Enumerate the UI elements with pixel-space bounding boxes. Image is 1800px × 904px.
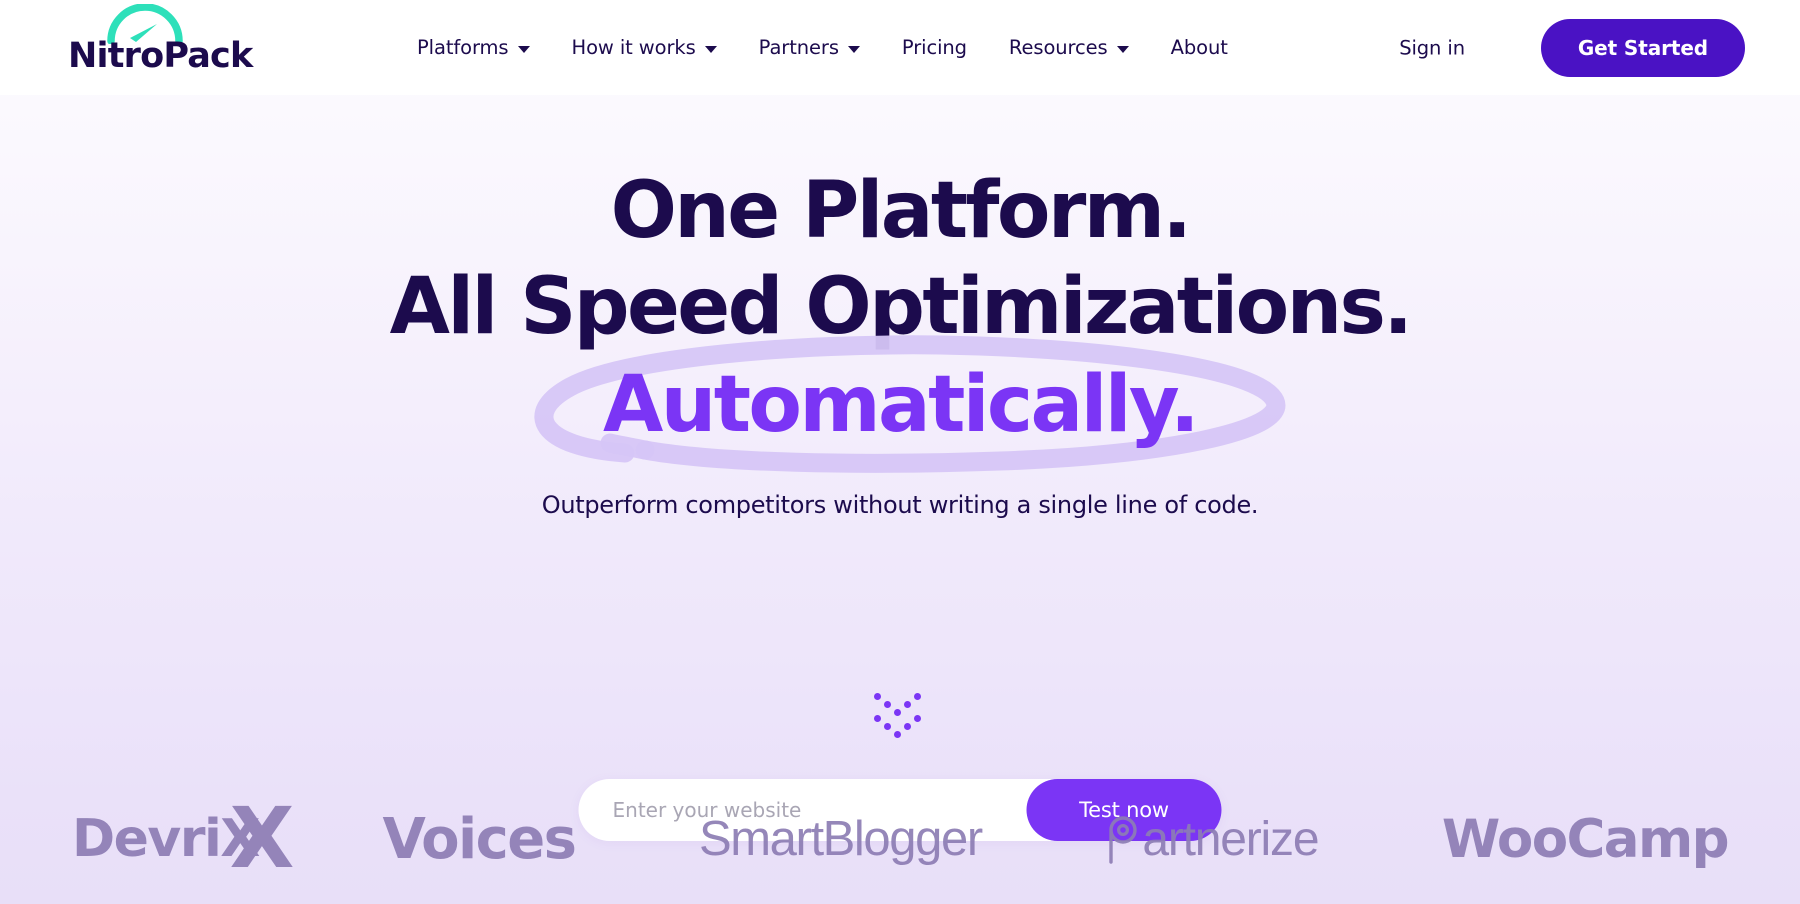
nav-item-resources[interactable]: Resources bbox=[988, 36, 1150, 59]
chevron-down-icon bbox=[517, 45, 530, 53]
site-header: NitroPack Platforms How it works Partner… bbox=[0, 0, 1800, 95]
client-logo-strip: DevriX X Voices SmartBlogger artnerize W… bbox=[0, 774, 1800, 904]
nav-label: Platforms bbox=[417, 36, 509, 59]
main-navigation: Platforms How it works Partners Pricing … bbox=[396, 0, 1249, 95]
nav-label: Partners bbox=[758, 36, 839, 59]
brand-logo[interactable]: NitroPack bbox=[68, 4, 258, 86]
nav-label: About bbox=[1170, 36, 1228, 59]
client-logo-devrix: DevriX X bbox=[72, 796, 294, 880]
client-logo-woocamp: WooCamp bbox=[1441, 808, 1730, 870]
page-title: One Platform. All Speed Optimizations. A… bbox=[0, 163, 1800, 473]
chevron-down-icon bbox=[704, 45, 717, 53]
nav-label: Resources bbox=[1008, 36, 1108, 59]
sign-in-link[interactable]: Sign in bbox=[1399, 36, 1465, 59]
headline-highlight: Automatically. bbox=[603, 360, 1200, 450]
nav-item-platforms[interactable]: Platforms bbox=[396, 36, 551, 59]
client-logo-voices: Voices bbox=[382, 806, 577, 872]
chevron-down-icon bbox=[847, 45, 860, 53]
client-logo-label: WooCamp bbox=[1441, 808, 1730, 870]
client-logo-smartblogger: SmartBlogger bbox=[698, 811, 983, 867]
nav-item-pricing[interactable]: Pricing bbox=[881, 36, 988, 59]
double-chevron-down-dots-icon bbox=[870, 693, 930, 757]
client-logo-partnerize: artnerize bbox=[1105, 812, 1320, 867]
brand-name: NitroPack bbox=[68, 36, 253, 76]
nav-label: How it works bbox=[571, 36, 696, 59]
page-root: NitroPack Platforms How it works Partner… bbox=[0, 0, 1800, 904]
headline-line-1: One Platform. bbox=[610, 166, 1192, 256]
client-logo-label: artnerize bbox=[1142, 812, 1319, 866]
headline-highlight-wrap: Automatically. bbox=[534, 335, 1286, 473]
nav-label: Pricing bbox=[901, 36, 967, 59]
nav-item-about[interactable]: About bbox=[1150, 36, 1249, 59]
chevron-down-icon bbox=[1116, 45, 1129, 53]
client-logo-label: SmartBlogger bbox=[698, 812, 983, 866]
hero-section: One Platform. All Speed Optimizations. A… bbox=[0, 95, 1800, 841]
nav-item-how-it-works[interactable]: How it works bbox=[551, 36, 738, 59]
nav-item-partners[interactable]: Partners bbox=[738, 36, 881, 59]
devrix-x-mark-icon: X bbox=[229, 789, 295, 887]
headline-line-2: All Speed Optimizations. bbox=[389, 262, 1413, 352]
client-logo-label: Voices bbox=[382, 806, 577, 872]
get-started-button[interactable]: Get Started bbox=[1540, 18, 1745, 77]
partnerize-p-mark-icon bbox=[1105, 814, 1141, 864]
hero-subheadline: Outperform competitors without writing a… bbox=[541, 491, 1259, 519]
